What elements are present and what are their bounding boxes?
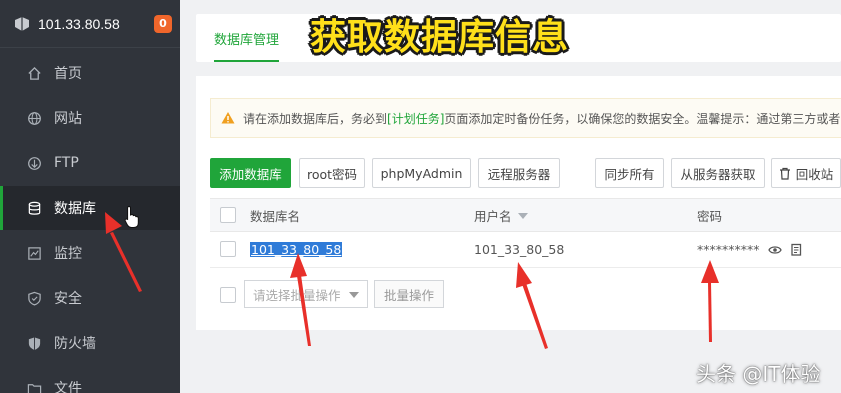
- notification-badge[interactable]: 0: [154, 14, 172, 33]
- sidebar-item-monitor[interactable]: 监控: [0, 231, 180, 275]
- sidebar: 101.33.80.58 0 首页 网站 FTP 数据库 监控 安全 防火墙 文…: [0, 0, 180, 393]
- sidebar-item-home[interactable]: 首页: [0, 51, 180, 95]
- sidebar-item-label: 安全: [54, 291, 82, 307]
- globe-icon: [26, 110, 42, 126]
- sidebar-item-label: 数据库: [54, 201, 96, 217]
- recycle-bin-label: 回收站: [795, 166, 834, 182]
- phpmyadmin-button[interactable]: phpMyAdmin: [372, 158, 471, 188]
- recycle-bin-button[interactable]: 回收站: [771, 158, 841, 188]
- server-header: 101.33.80.58 0: [0, 0, 180, 48]
- root-password-button[interactable]: root密码: [299, 158, 365, 188]
- sidebar-item-ftp[interactable]: FTP: [0, 141, 180, 185]
- table-row: 101_33_80_58 101_33_80_58 **********: [210, 232, 841, 268]
- eye-icon[interactable]: [767, 245, 782, 255]
- batch-operation-button[interactable]: 批量操作: [374, 280, 444, 308]
- notice-text-suffix: 页面添加定时备份任务，以确保您的数据安全。温馨提示：通过第三方或者: [444, 111, 841, 126]
- password-value: **********: [697, 242, 760, 257]
- trash-icon: [779, 167, 790, 180]
- sidebar-item-label: 文件: [54, 381, 82, 393]
- ftp-icon: [26, 155, 42, 171]
- add-database-button[interactable]: 添加数据库: [210, 158, 291, 188]
- watermark: 头条 @IT体验: [696, 362, 821, 386]
- database-panel: 请在添加数据库后，务必到 [计划任务] 页面添加定时备份任务，以确保您的数据安全…: [196, 76, 841, 330]
- hand-cursor-icon: [124, 205, 139, 228]
- notice-text-prefix: 请在添加数据库后，务必到: [243, 111, 388, 126]
- home-icon: [26, 65, 42, 81]
- header-username-label: 用户名: [474, 208, 512, 224]
- warning-icon: [221, 112, 235, 124]
- shield-icon: [26, 290, 42, 306]
- sidebar-item-database[interactable]: 数据库: [0, 186, 180, 230]
- database-name-link[interactable]: 101_33_80_58: [250, 242, 343, 257]
- batch-checkbox[interactable]: [220, 287, 236, 303]
- monitor-icon: [26, 245, 42, 261]
- sidebar-item-files[interactable]: 文件: [0, 366, 180, 393]
- sort-caret-icon: [517, 213, 528, 219]
- folder-icon: [26, 380, 42, 393]
- firewall-icon: [26, 335, 42, 351]
- tab-label: 数据库管理: [214, 32, 280, 48]
- sync-all-button[interactable]: 同步所有: [595, 158, 664, 188]
- remote-server-button[interactable]: 远程服务器: [478, 158, 560, 188]
- database-name-cell[interactable]: 101_33_80_58: [250, 232, 343, 267]
- batch-actions: 请选择批量操作 批量操作: [210, 280, 841, 310]
- overlay-title: 获取数据库信息: [310, 17, 570, 58]
- select-all-checkbox[interactable]: [220, 207, 236, 223]
- server-ip: 101.33.80.58: [38, 15, 120, 32]
- database-table: 数据库名 用户名 密码 101_33_80_58 101_33_80_58 **…: [210, 198, 841, 268]
- copy-icon[interactable]: [790, 243, 802, 256]
- header-password: 密码: [697, 208, 723, 224]
- database-icon: [26, 200, 42, 216]
- table-header: 数据库名 用户名 密码: [210, 198, 841, 232]
- sidebar-item-website[interactable]: 网站: [0, 96, 180, 140]
- row-checkbox[interactable]: [220, 241, 236, 257]
- header-database-name[interactable]: 数据库名: [250, 199, 300, 231]
- username-cell: 101_33_80_58: [474, 242, 565, 257]
- sidebar-item-label: FTP: [54, 155, 79, 171]
- sidebar-item-firewall[interactable]: 防火墙: [0, 321, 180, 365]
- batch-operation-select[interactable]: 请选择批量操作: [244, 280, 368, 308]
- sidebar-item-label: 网站: [54, 111, 82, 127]
- cron-task-link[interactable]: [计划任务]: [387, 110, 444, 127]
- tab-database-management[interactable]: 数据库管理: [196, 14, 297, 62]
- chevron-down-icon: [349, 292, 359, 298]
- sidebar-item-label: 防火墙: [54, 336, 96, 352]
- sidebar-item-security[interactable]: 安全: [0, 276, 180, 320]
- password-cell: **********: [697, 232, 802, 267]
- fetch-from-server-button[interactable]: 从服务器获取: [671, 158, 765, 188]
- notice-banner: 请在添加数据库后，务必到 [计划任务] 页面添加定时备份任务，以确保您的数据安全…: [210, 98, 841, 138]
- sidebar-item-label: 监控: [54, 246, 82, 262]
- header-username[interactable]: 用户名: [474, 199, 528, 231]
- server-logo-icon: [15, 16, 29, 31]
- sidebar-item-label: 首页: [54, 66, 82, 82]
- batch-select-placeholder: 请选择批量操作: [253, 287, 341, 303]
